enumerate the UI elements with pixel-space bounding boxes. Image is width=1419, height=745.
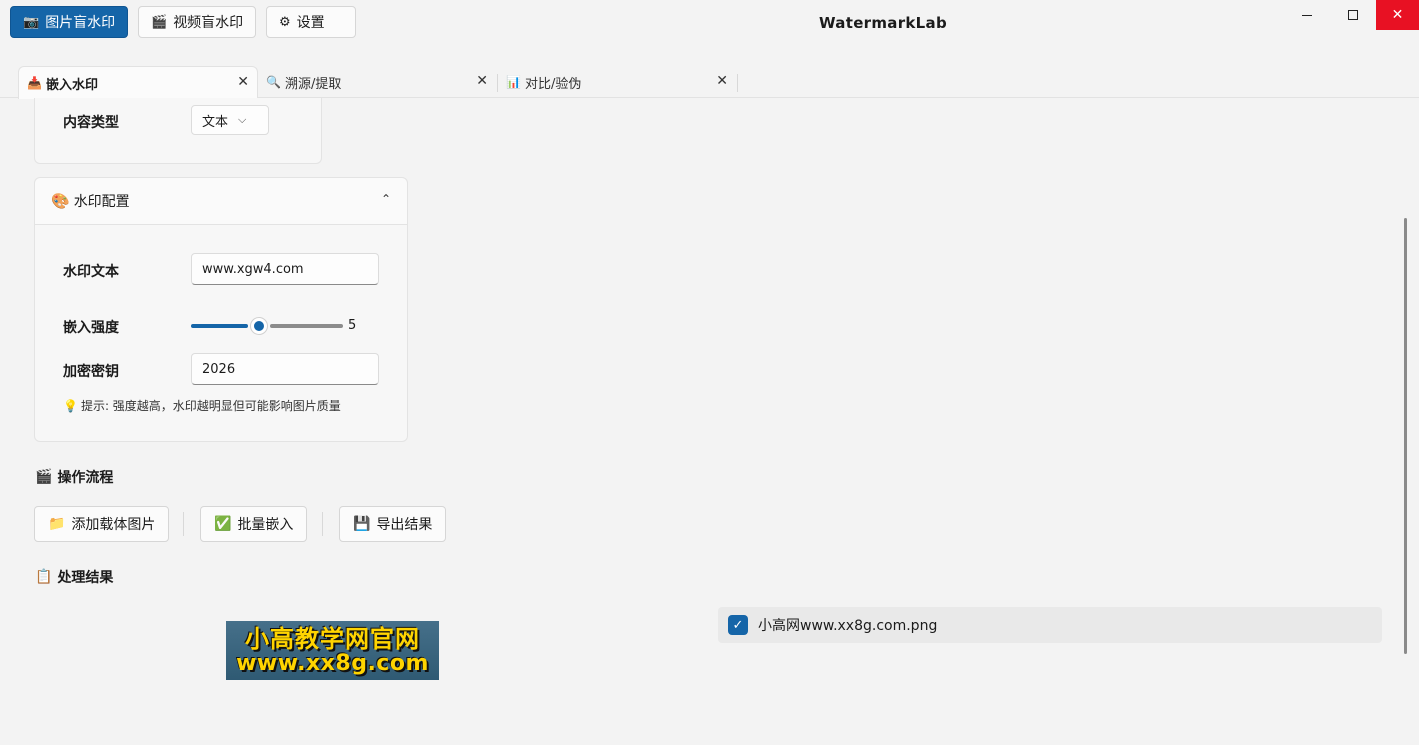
tab-compare[interactable]: 📊 对比/验伪 ✕ (498, 66, 736, 98)
minimize-icon (1302, 14, 1312, 16)
watermark-text-value: www.xgw4.com (202, 261, 304, 277)
settings-button[interactable]: ⚙ 设置 (266, 6, 356, 38)
tab-close-icon[interactable]: ✕ (476, 73, 488, 89)
result-list-item[interactable]: ✓ 小高网www.xx8g.com.png (718, 607, 1382, 643)
preview-text-line2: www.xx8g.com (236, 650, 429, 676)
maximize-button[interactable] (1330, 0, 1376, 30)
tab-bar: 📥 嵌入水印 ✕ 🔍 溯源/提取 ✕ 📊 对比/验伪 ✕ (0, 66, 1419, 99)
strength-value: 5 (348, 318, 357, 333)
add-carrier-image-label: 添加载体图片 (71, 517, 156, 533)
gear-icon: ⚙ (279, 14, 291, 30)
tab-close-icon[interactable]: ✕ (716, 73, 728, 89)
result-preview-image: 小高教学网官网 www.xx8g.com (226, 621, 439, 680)
camera-icon: 📷 (23, 14, 40, 30)
encryption-key-label: 加密密钥 (63, 364, 119, 380)
settings-label: 设置 (296, 15, 325, 31)
checkmark-icon: ✓ (732, 617, 744, 633)
watermark-text-label: 水印文本 (63, 264, 119, 280)
close-icon: ✕ (1391, 7, 1404, 23)
encryption-key-value: 2026 (202, 361, 236, 377)
watermark-config-header[interactable]: 🎨 水印配置 ⌃ (35, 178, 407, 225)
tab-divider (497, 74, 498, 92)
results-title-text: 处理结果 (57, 570, 114, 586)
chevron-down-icon: ⌵ (238, 113, 247, 126)
content-type-value: 文本 (202, 114, 229, 130)
results-title: 📋 处理结果 (35, 567, 113, 587)
workflow-title: 🎬 操作流程 (35, 467, 113, 487)
batch-embed-button[interactable]: ✅ 批量嵌入 (200, 506, 308, 542)
palette-icon: 🎨 (51, 192, 70, 210)
tab-embed[interactable]: 📥 嵌入水印 ✕ (18, 66, 258, 99)
inbox-icon: 📥 (27, 76, 42, 90)
close-window-button[interactable]: ✕ (1376, 0, 1419, 30)
maximize-icon (1348, 10, 1358, 20)
folder-icon: 📁 (48, 516, 66, 532)
strength-label: 嵌入强度 (63, 320, 119, 336)
export-results-label: 导出结果 (376, 517, 433, 533)
chevron-up-icon[interactable]: ⌃ (381, 192, 391, 206)
preview-text-line1: 小高教学网官网 (245, 624, 420, 653)
batch-embed-label: 批量嵌入 (237, 517, 294, 533)
video-watermark-button[interactable]: 🎬 视频盲水印 (138, 6, 257, 38)
bar-chart-icon: 📊 (506, 75, 521, 89)
lightbulb-icon: 💡 (63, 398, 78, 413)
check-mark-icon: ✅ (214, 516, 232, 532)
magnifier-icon: 🔍 (266, 75, 281, 89)
app-title: WatermarkLab (818, 14, 948, 32)
image-watermark-button[interactable]: 📷 图片盲水印 (10, 6, 129, 38)
strength-hint: 💡 提示: 强度越高，水印越明显但可能影响图片质量 (63, 397, 341, 414)
tab-trace[interactable]: 🔍 溯源/提取 ✕ (258, 66, 496, 98)
tab-embed-label: 嵌入水印 (45, 77, 98, 93)
vertical-scrollbar[interactable] (1404, 218, 1407, 654)
add-carrier-image-button[interactable]: 📁 添加载体图片 (34, 506, 170, 542)
content-type-select[interactable]: 文本 ⌵ (191, 105, 269, 135)
workflow-title-text: 操作流程 (57, 470, 114, 486)
toolbar-divider (183, 512, 184, 536)
encryption-key-input[interactable]: 2026 (191, 353, 379, 385)
result-checkbox[interactable]: ✓ (728, 615, 748, 635)
watermark-text-input[interactable]: www.xgw4.com (191, 253, 379, 285)
slider-track-filled (191, 324, 248, 328)
content-type-label: 内容类型 (63, 115, 119, 131)
clapperboard-icon: 🎬 (35, 469, 53, 485)
strength-slider[interactable] (191, 317, 343, 335)
tab-divider (737, 74, 738, 92)
tab-trace-label: 溯源/提取 (284, 76, 342, 92)
watermark-config-title: 水印配置 (73, 194, 130, 210)
toolbar-divider (322, 512, 323, 536)
clipboard-icon: 📋 (35, 569, 53, 585)
clapperboard-icon: 🎬 (151, 14, 168, 30)
hint-text: 提示: 强度越高，水印越明显但可能影响图片质量 (80, 399, 341, 413)
result-filename: 小高网www.xx8g.com.png (758, 618, 938, 634)
image-watermark-label: 图片盲水印 (45, 15, 116, 31)
tab-close-icon[interactable]: ✕ (237, 74, 249, 90)
content-type-card: 内容类型 文本 ⌵ (34, 98, 322, 164)
tab-compare-label: 对比/验伪 (524, 76, 582, 92)
video-watermark-label: 视频盲水印 (173, 15, 244, 31)
floppy-disk-icon: 💾 (353, 516, 371, 532)
title-bar: 📷 图片盲水印 🎬 视频盲水印 ⚙ 设置 WatermarkLab ✕ (0, 0, 1419, 46)
minimize-button[interactable] (1284, 0, 1330, 30)
export-results-button[interactable]: 💾 导出结果 (339, 506, 447, 542)
slider-track-empty (270, 324, 343, 328)
slider-thumb[interactable] (250, 317, 268, 335)
